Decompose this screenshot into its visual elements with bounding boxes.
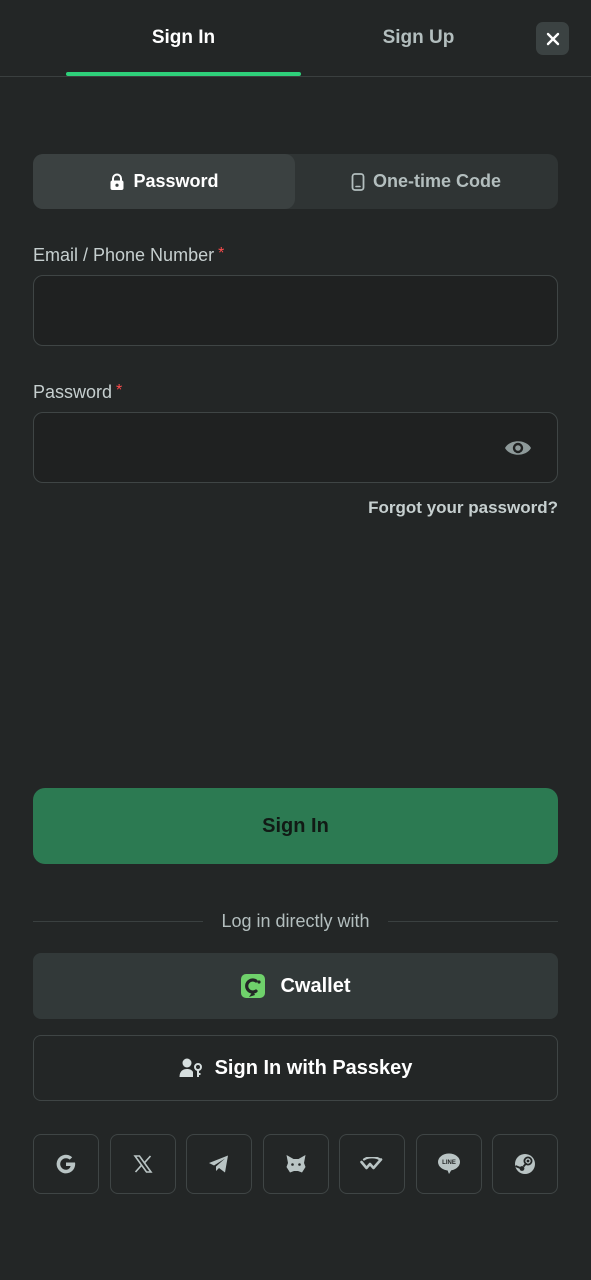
lock-icon: [110, 173, 124, 190]
sign-in-button[interactable]: Sign In: [33, 788, 558, 864]
steam-icon: [515, 1154, 535, 1174]
telegram-icon: [209, 1155, 228, 1173]
divider-line: [33, 920, 204, 922]
x-login-button[interactable]: [109, 1134, 176, 1194]
mode-password-label: Password: [133, 171, 219, 191]
mode-one-time-code[interactable]: One-time Code: [295, 154, 557, 209]
email-phone-input[interactable]: [33, 275, 558, 346]
forgot-password-link[interactable]: Forgot your password?: [368, 498, 558, 518]
divider-text: Log in directly with: [221, 910, 370, 931]
tab-sign-in[interactable]: Sign In: [66, 0, 301, 76]
line-icon: LINE: [437, 1153, 460, 1174]
active-tab-indicator: [66, 72, 301, 76]
cwallet-label: Cwallet: [280, 974, 351, 997]
mode-otp-label: One-time Code: [372, 171, 501, 191]
eye-icon[interactable]: [503, 436, 533, 460]
metamask-icon: [286, 1155, 305, 1173]
close-button[interactable]: [536, 22, 569, 55]
password-label-text: Password: [33, 382, 113, 402]
divider-line: [387, 920, 559, 922]
passkey-button[interactable]: Sign In with Passkey: [33, 1035, 558, 1101]
close-icon: [546, 32, 559, 45]
cwallet-icon: [241, 974, 266, 998]
steam-login-button[interactable]: [492, 1134, 558, 1194]
tab-sign-up[interactable]: Sign Up: [301, 0, 536, 76]
auth-tabs-header: Sign In Sign Up: [0, 0, 591, 77]
email-label-text: Email / Phone Number: [33, 245, 215, 265]
telegram-login-button[interactable]: [186, 1134, 252, 1194]
social-login-row: LINE: [33, 1134, 558, 1194]
google-login-button[interactable]: [33, 1134, 99, 1194]
passkey-icon: [179, 1058, 202, 1077]
sign-in-screen: Sign In Sign Up Password One-time Code E…: [0, 0, 591, 1280]
line-login-button[interactable]: LINE: [415, 1134, 482, 1194]
walletconnect-icon: [360, 1157, 383, 1170]
login-mode-switch: Password One-time Code: [33, 154, 558, 209]
password-input[interactable]: [33, 412, 558, 483]
email-label: Email / Phone Number *: [33, 245, 224, 266]
divider: Log in directly with: [33, 908, 559, 934]
x-icon: [132, 1155, 153, 1173]
required-mark: *: [116, 382, 123, 399]
mode-password[interactable]: Password: [33, 154, 295, 209]
walletconnect-login-button[interactable]: [339, 1134, 405, 1194]
required-mark: *: [218, 245, 225, 262]
metamask-login-button[interactable]: [262, 1134, 329, 1194]
cwallet-button[interactable]: Cwallet: [33, 953, 558, 1019]
google-icon: [56, 1154, 76, 1174]
phone-icon: [351, 172, 365, 191]
passkey-label: Sign In with Passkey: [214, 1056, 413, 1079]
password-label: Password *: [33, 382, 122, 403]
svg-text:LINE: LINE: [442, 1160, 456, 1166]
